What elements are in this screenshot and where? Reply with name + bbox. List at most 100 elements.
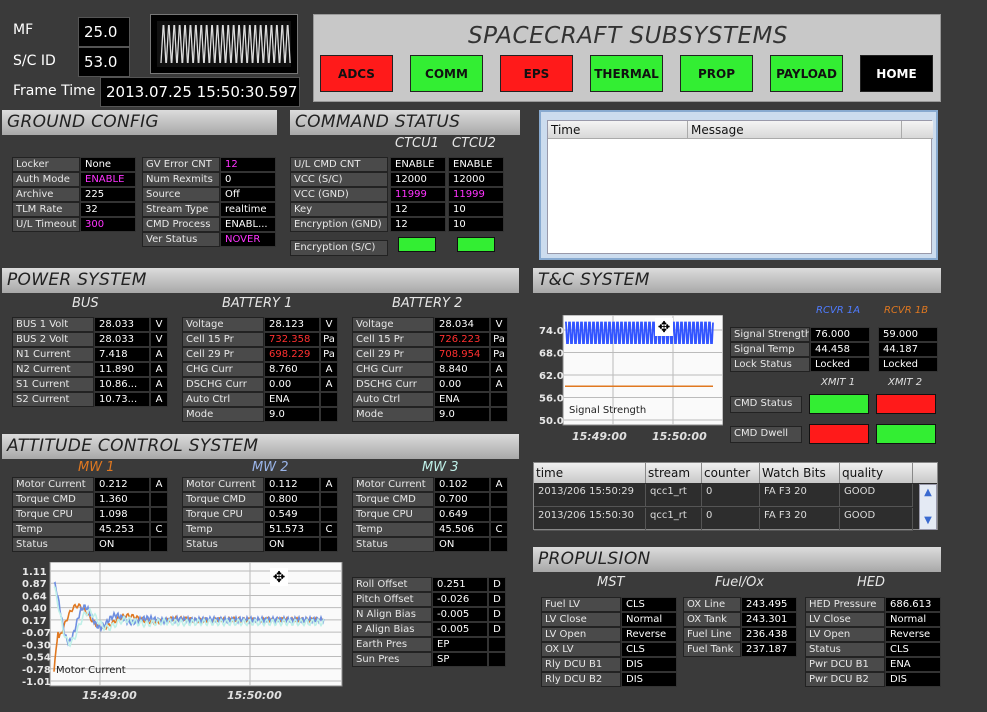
power-unit: Pa: [320, 332, 338, 347]
hed-value: 686.613: [885, 597, 941, 612]
message-panel[interactable]: Time Message: [539, 110, 938, 260]
power-label: S1 Current: [12, 377, 94, 392]
hed-header: HED: [857, 575, 885, 590]
ground-value: NOVER: [220, 232, 276, 247]
command-label: Key: [290, 202, 388, 217]
power-value: 708.954: [434, 347, 490, 362]
mw-unit: A: [490, 477, 508, 492]
mw-value: ON: [94, 537, 150, 552]
nav-button-prop[interactable]: PROP: [680, 55, 753, 92]
power-label: Cell 29 Pr: [352, 347, 434, 362]
stream-cell: GOOD: [840, 484, 913, 507]
rcvr1a-header: RCVR 1A: [816, 305, 861, 316]
power-value: 726.223: [434, 332, 490, 347]
mw-unit: A: [150, 477, 168, 492]
power-label: S2 Current: [12, 392, 94, 407]
power-value: ENA: [264, 392, 320, 407]
ground-value: 225: [80, 187, 136, 202]
power-value: 10.73...: [94, 392, 150, 407]
sig-xtick-0: 15:49:00: [572, 430, 627, 443]
cmd-status-label: CMD Status: [730, 396, 802, 413]
fuel-value: 243.301: [741, 612, 797, 627]
power-unit: Pa: [320, 347, 338, 362]
power-value: 28.033: [94, 332, 150, 347]
mw-unit: [320, 492, 338, 507]
motor-current-chart-label: Motor Current: [56, 665, 126, 676]
mw-unit: [490, 507, 508, 522]
mf-label: MF: [13, 22, 34, 38]
scid-value: 53.0: [78, 47, 130, 77]
command-ctcu2-value: 12000: [448, 172, 504, 187]
power-label: DSCHG Curr: [182, 377, 264, 392]
mw-value: ON: [264, 537, 320, 552]
power-label: BUS 1 Volt: [12, 317, 94, 332]
nav-button-adcs[interactable]: ADCS: [320, 55, 393, 92]
offset-label: Sun Pres: [352, 652, 432, 667]
ground-label: Stream Type: [142, 202, 220, 217]
signal-strength-chart[interactable]: 74.0 68.0 62.0 56.0 50.0 Signal Strength ✥: [533, 314, 724, 445]
hed-value: Normal: [885, 612, 941, 627]
stream-header-2[interactable]: counter: [702, 463, 760, 483]
power-unit: [320, 392, 338, 407]
power-value: 7.418: [94, 347, 150, 362]
rcvr1a-value: Locked: [810, 357, 870, 372]
power-value: 9.0: [264, 407, 320, 422]
stream-header-1[interactable]: stream: [646, 463, 702, 483]
frame-time-value: 2013.07.25 15:50:30.597: [100, 77, 300, 107]
move-icon[interactable]: ✥: [270, 568, 288, 586]
power-system-header: POWER SYSTEM: [2, 268, 519, 293]
scroll-down-icon[interactable]: ▼: [920, 513, 936, 529]
stream-cell: FA F3 20: [760, 484, 840, 507]
mw2-header: MW 2: [252, 460, 289, 475]
power-value: 11.890: [94, 362, 150, 377]
power-unit: Pa: [490, 332, 508, 347]
power-unit: V: [150, 317, 168, 332]
power-unit: V: [490, 317, 508, 332]
power-unit: A: [320, 377, 338, 392]
mw-value: 0.549: [264, 507, 320, 522]
power-unit: V: [150, 332, 168, 347]
nav-button-thermal[interactable]: THERMAL: [590, 55, 663, 92]
mw-unit: C: [320, 522, 338, 537]
move-icon[interactable]: ✥: [655, 318, 673, 336]
stream-header-3[interactable]: Watch Bits: [760, 463, 840, 483]
mw-unit: A: [320, 477, 338, 492]
mst-value: Normal: [621, 612, 677, 627]
fuel-value: 236.438: [741, 627, 797, 642]
nav-button-eps[interactable]: EPS: [500, 55, 573, 92]
stream-cell: GOOD: [840, 508, 913, 531]
stream-scrollbar[interactable]: ▲ ▼: [919, 484, 937, 530]
sig-ytick: 68.0: [539, 349, 564, 360]
stream-cell: qcc1_rt: [646, 484, 702, 507]
nav-button-comm[interactable]: COMM: [410, 55, 483, 92]
hed-label: Pwr DCU B1: [805, 657, 885, 672]
nav-button-home[interactable]: HOME: [860, 55, 933, 92]
offset-unit: D: [488, 622, 506, 637]
stream-header-4[interactable]: quality: [840, 463, 913, 483]
mw3-header: MW 3: [422, 460, 459, 475]
sig-ytick: 50.0: [539, 416, 564, 427]
mw-value: 1.098: [94, 507, 150, 522]
power-unit: A: [490, 362, 508, 377]
sig-ytick: 74.0: [539, 326, 564, 337]
mst-label: Rly DCU B2: [541, 672, 621, 687]
mw-label: Temp: [182, 522, 264, 537]
mw-label: Temp: [352, 522, 434, 537]
offset-value: -0.005: [432, 622, 488, 637]
mw-unit: [490, 492, 508, 507]
ctcu2-header: CTCU2: [452, 136, 496, 151]
mst-value: CLS: [621, 597, 677, 612]
message-col-time[interactable]: Time: [548, 121, 688, 139]
power-value: 9.0: [434, 407, 490, 422]
power-label: N2 Current: [12, 362, 94, 377]
power-label: Cell 15 Pr: [352, 332, 434, 347]
mw-unit: [490, 537, 508, 552]
mw-label: Torque CMD: [12, 492, 94, 507]
message-col-message[interactable]: Message: [688, 121, 902, 139]
motor-current-chart[interactable]: 1.11 0.87 0.64 0.40 0.17 -0.07 -0.30 -0.54 -0.78…: [4, 561, 344, 692]
nav-button-payload[interactable]: PAYLOAD: [770, 55, 843, 92]
motor-current-plot: 1.110.870.64 0.400.17-0.07-0.30 -0.54-0.78…: [22, 561, 343, 688]
scroll-up-icon[interactable]: ▲: [920, 485, 936, 501]
stream-header-0[interactable]: time: [534, 463, 646, 483]
xmit1-header: XMIT 1: [821, 377, 856, 388]
